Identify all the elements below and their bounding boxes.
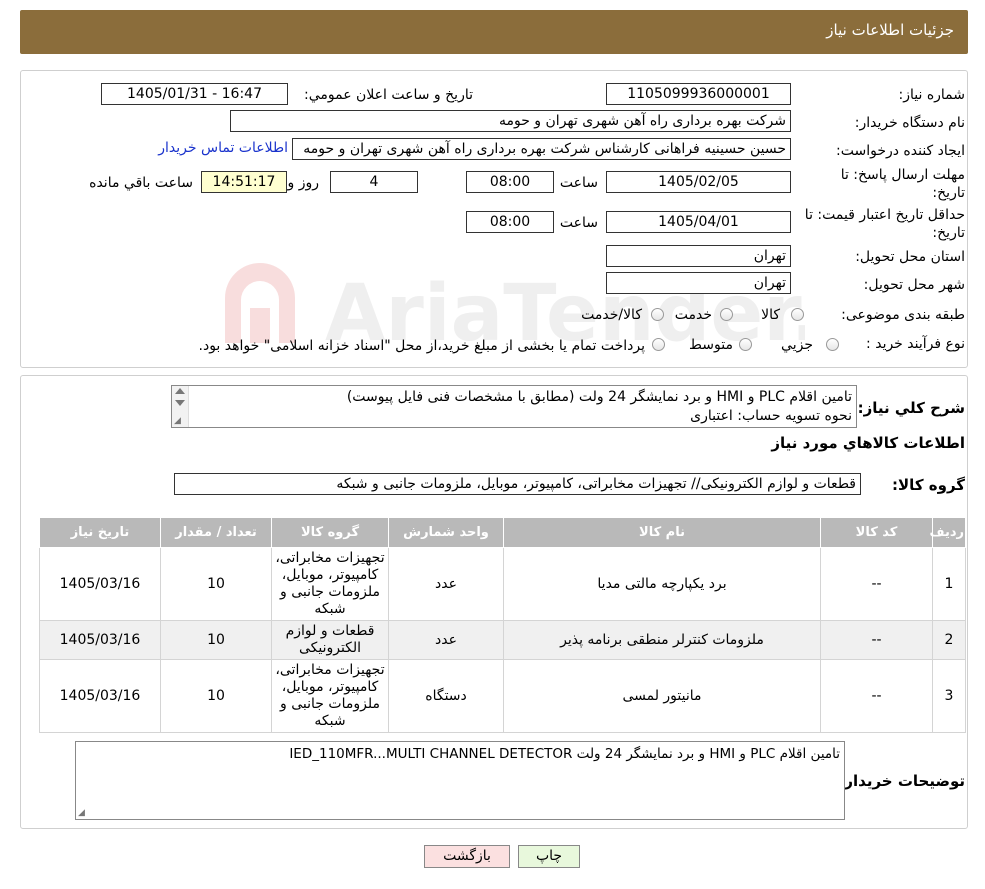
goods-group-field: قطعات و لوازم الکترونیکی// تجهیزات مخابر…	[174, 473, 861, 495]
col-code: کد کالا	[820, 517, 933, 548]
scroll-down-icon[interactable]	[175, 400, 185, 406]
description-line-2: نحوه تسویه حساب: اعتباری	[690, 408, 852, 424]
process-radio-medium[interactable]	[739, 338, 752, 351]
cell-date: 1405/03/16	[39, 659, 161, 733]
table-row: 3 -- مانیتور لمسی دستگاه تجهیزات مخابرات…	[39, 659, 966, 733]
category-radio-goods[interactable]	[791, 308, 804, 321]
description-label: شرح کلي نياز:	[857, 399, 965, 417]
print-button[interactable]: چاپ	[518, 845, 580, 868]
process-radio-minor[interactable]	[826, 338, 839, 351]
category-label: طبقه بندی موضوعی:	[841, 307, 965, 323]
cell-date: 1405/03/16	[39, 620, 161, 660]
col-group: گروه کالا	[271, 517, 389, 548]
description-textarea[interactable]: تامین اقلام PLC و HMI و برد نمایشگر 24 و…	[171, 385, 857, 428]
cell-row: 3	[932, 659, 966, 733]
cell-code: --	[820, 620, 933, 660]
category-radio-service[interactable]	[720, 308, 733, 321]
cell-name: مانیتور لمسی	[503, 659, 821, 733]
province-field: تهران	[606, 245, 791, 267]
cell-unit: دستگاه	[388, 659, 504, 733]
resize-grip-icon[interactable]: ◢	[174, 416, 181, 426]
need-number-field: 1105099936000001	[606, 83, 791, 105]
validity-date-field: 1405/04/01	[606, 211, 791, 233]
cell-unit: عدد	[388, 620, 504, 660]
page-header: جزئیات اطلاعات نیاز	[20, 10, 968, 54]
scrollbar[interactable]: ◢	[172, 386, 189, 427]
buyer-notes-textarea[interactable]: تامین اقلام PLC و HMI و برد نمایشگر 24 و…	[75, 741, 845, 820]
cell-unit: عدد	[388, 547, 504, 621]
cell-group: تجهیزات مخابراتی، کامپیوتر، موبایل، ملزو…	[271, 659, 389, 733]
creator-label: ايجاد کننده درخواست:	[836, 143, 965, 159]
col-name: نام کالا	[503, 517, 821, 548]
buyer-notes-text: تامین اقلام PLC و HMI و برد نمایشگر 24 و…	[289, 746, 840, 762]
validity-time-label: ساعت	[559, 215, 598, 231]
cell-name: ملزومات کنترلر منطقی برنامه پذیر	[503, 620, 821, 660]
category-option-goods: کالا	[761, 307, 780, 323]
process-label: نوع فرآيند خريد :	[866, 336, 965, 352]
cell-code: --	[820, 659, 933, 733]
validity-time-field: 08:00	[466, 211, 554, 233]
table-row: 2 -- ملزومات کنترلر منطقی برنامه پذیر عد…	[39, 620, 966, 660]
days-field: 4	[330, 171, 418, 193]
resize-grip-icon[interactable]: ◢	[78, 808, 85, 818]
cell-code: --	[820, 547, 933, 621]
category-radio-goods-service[interactable]	[651, 308, 664, 321]
province-label: استان محل تحويل:	[855, 249, 965, 265]
buyer-org-field: شرکت بهره برداری راه آهن شهری تهران و حو…	[230, 110, 791, 132]
category-option-service: خدمت	[674, 307, 712, 323]
days-label: روز و	[287, 175, 320, 191]
cell-group: قطعات و لوازم الکترونیکی	[271, 620, 389, 660]
announce-label: تاریخ و ساعت اعلان عمومي:	[304, 87, 473, 103]
table-row: 1 -- برد یکپارچه مالتی مدیا عدد تجهیزات …	[39, 547, 966, 621]
process-note: پرداخت تمام يا بخشی از مبلغ خريد،از محل …	[198, 338, 645, 354]
remaining-label: ساعت باقي مانده	[89, 175, 193, 191]
table-header-row: رديف کد کالا نام کالا واحد شمارش گروه کا…	[39, 517, 966, 548]
cell-row: 2	[932, 620, 966, 660]
city-label: شهر محل تحويل:	[863, 277, 965, 293]
deadline-label-date: تاريخ:	[932, 185, 965, 201]
creator-field: حسین حسینیه فراهانی کارشناس شرکت بهره بر…	[292, 138, 791, 160]
cell-qty: 10	[160, 620, 272, 660]
remaining-time-field: 14:51:17	[201, 171, 287, 193]
buyer-org-label: نام دستگاه خريدار:	[854, 115, 965, 131]
deadline-time-label: ساعت	[559, 175, 598, 191]
goods-section-title: اطلاعات کالاهاي مورد نياز	[771, 434, 965, 452]
deadline-label: مهلت ارسال پاسخ: تا	[840, 167, 965, 183]
validity-label: حداقل تاريخ اعتبار قيمت: تا	[804, 207, 965, 223]
buyer-contact-link[interactable]: اطلاعات تماس خريدار	[158, 140, 288, 156]
cell-group: تجهیزات مخابراتی، کامپیوتر، موبایل، ملزو…	[271, 547, 389, 621]
col-row: رديف	[929, 517, 966, 548]
col-unit: واحد شمارش	[388, 517, 504, 548]
validity-label-date: تاريخ:	[932, 225, 965, 241]
cell-qty: 10	[160, 547, 272, 621]
need-number-label: شماره نیاز:	[898, 87, 966, 103]
page-title: جزئیات اطلاعات نیاز	[826, 21, 954, 39]
back-button[interactable]: بازگشت	[424, 845, 510, 868]
goods-table: رديف کد کالا نام کالا واحد شمارش گروه کا…	[39, 517, 966, 733]
process-option-minor: جزيي	[781, 337, 813, 353]
deadline-date-field: 1405/02/05	[606, 171, 791, 193]
col-date: تاريخ نياز	[39, 517, 161, 548]
process-radio-treasury[interactable]	[652, 338, 665, 351]
cell-name: برد یکپارچه مالتی مدیا	[503, 547, 821, 621]
cell-qty: 10	[160, 659, 272, 733]
announce-field: 1405/01/31 - 16:47	[101, 83, 288, 105]
scroll-up-icon[interactable]	[175, 388, 185, 394]
description-line-1: تامین اقلام PLC و HMI و برد نمایشگر 24 و…	[346, 389, 852, 405]
cell-row: 1	[932, 547, 966, 621]
city-field: تهران	[606, 272, 791, 294]
col-qty: تعداد / مقدار	[160, 517, 272, 548]
buyer-notes-label: توضيحات خريدار:	[838, 772, 965, 790]
category-option-goods-service: کالا/خدمت	[581, 307, 642, 323]
process-option-medium: متوسط	[689, 337, 733, 353]
goods-group-label: گروه کالا:	[892, 476, 965, 494]
cell-date: 1405/03/16	[39, 547, 161, 621]
deadline-time-field: 08:00	[466, 171, 554, 193]
